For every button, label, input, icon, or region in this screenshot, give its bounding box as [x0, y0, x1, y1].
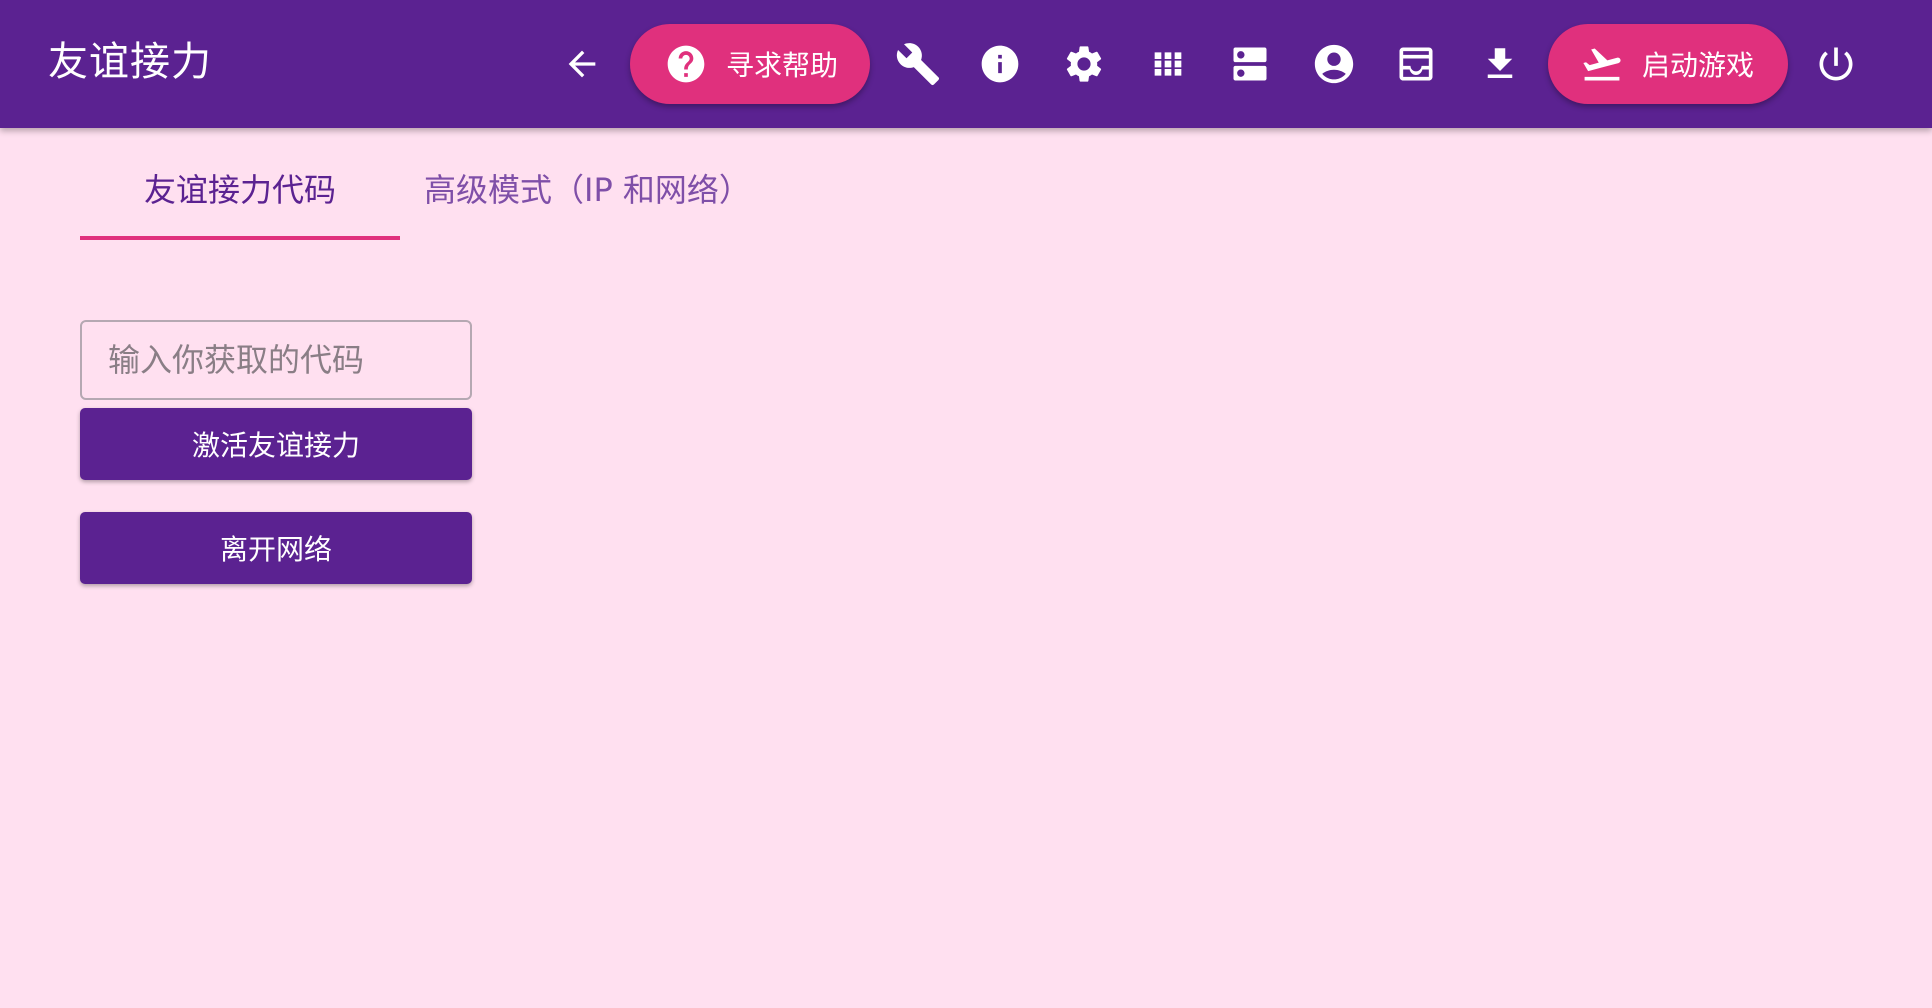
info-icon [978, 42, 1022, 86]
server-icon [1228, 42, 1272, 86]
activate-button[interactable]: 激活友谊接力 [80, 408, 472, 480]
wrench-icon [895, 41, 941, 87]
apps-grid-icon [1148, 44, 1188, 84]
code-input[interactable] [80, 320, 472, 400]
settings-button[interactable] [1054, 34, 1114, 94]
info-button[interactable] [970, 34, 1030, 94]
servers-button[interactable] [1220, 34, 1280, 94]
download-icon [1479, 43, 1521, 85]
help-button-label: 寻求帮助 [726, 49, 839, 82]
quit-button[interactable] [1806, 34, 1866, 94]
launch-game-label: 启动游戏 [1642, 49, 1755, 82]
arrow-left-icon [562, 44, 602, 84]
inbox-button[interactable] [1386, 34, 1446, 94]
app-title: 友谊接力 [48, 39, 212, 85]
mods-button[interactable] [1138, 34, 1198, 94]
active-tab-indicator [80, 236, 400, 240]
launch-game-button[interactable]: 启动游戏 [1548, 24, 1788, 104]
account-circle-icon [1311, 41, 1357, 87]
tools-button[interactable] [888, 34, 948, 94]
help-circle-icon [664, 42, 708, 86]
app-bar: 友谊接力 寻求帮助 启动游戏 [0, 0, 1932, 128]
leave-network-button[interactable]: 离开网络 [80, 512, 472, 584]
help-button[interactable]: 寻求帮助 [630, 24, 870, 104]
tab-advanced-mode[interactable]: 高级模式（IP 和网络） [424, 160, 751, 240]
power-icon [1814, 42, 1858, 86]
airplane-takeoff-icon [1580, 42, 1624, 86]
download-button[interactable] [1470, 34, 1530, 94]
inbox-icon [1394, 42, 1438, 86]
back-button[interactable] [552, 34, 612, 94]
account-button[interactable] [1304, 34, 1364, 94]
tab-friendship-code[interactable]: 友谊接力代码 [80, 160, 400, 240]
gear-icon [1062, 42, 1106, 86]
